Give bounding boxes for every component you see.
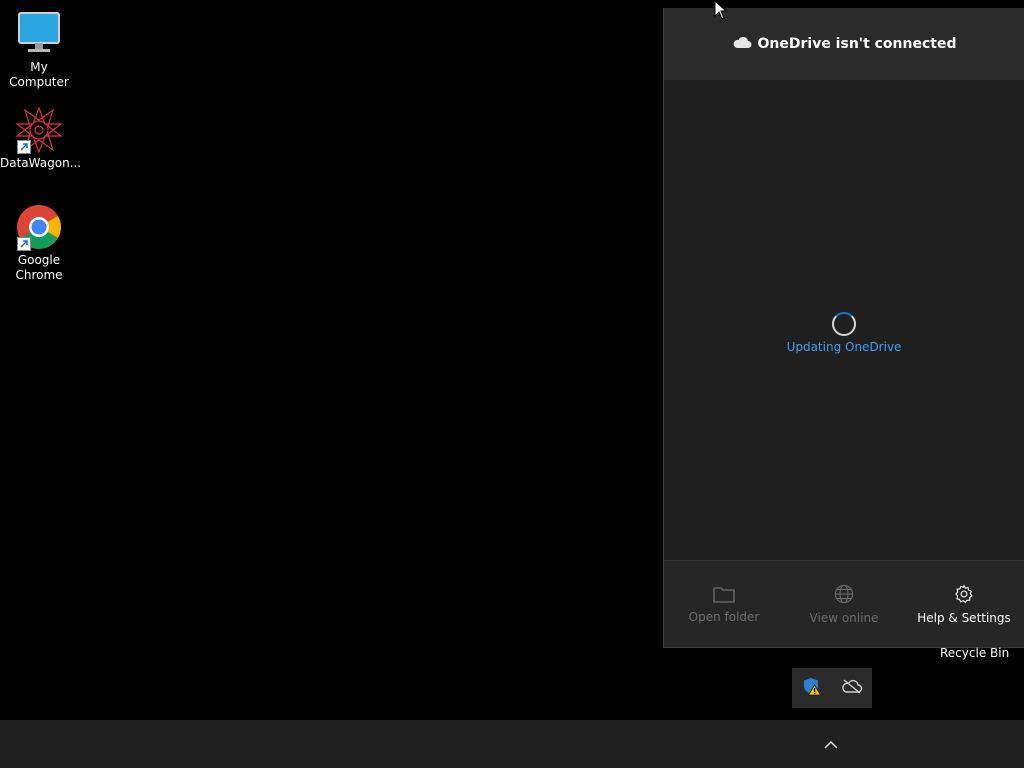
desktop-icon-datawagon[interactable]: DataWagon... <box>0 106 82 171</box>
recycle-bin-label[interactable]: Recycle Bin <box>940 646 1009 660</box>
desktop-icon-label: My Computer <box>9 60 69 89</box>
desktop-icon-label: Google Chrome <box>15 253 63 282</box>
chrome-icon <box>15 203 63 251</box>
onedrive-body: Updating OneDrive <box>664 80 1024 562</box>
desktop-icon-label: DataWagon... <box>0 156 82 170</box>
open-folder-button[interactable]: Open folder <box>669 585 779 624</box>
chevron-up-icon[interactable] <box>820 734 842 754</box>
shortcut-arrow-icon <box>17 237 31 251</box>
onedrive-title: OneDrive isn't connected <box>757 36 957 52</box>
monitor-icon <box>15 10 63 58</box>
desktop-icon-google-chrome[interactable]: Google Chrome <box>0 203 78 283</box>
onedrive-flyout: OneDrive isn't connected Updating OneDri… <box>663 8 1024 648</box>
open-folder-label: Open folder <box>688 609 760 624</box>
gear-icon <box>955 583 973 603</box>
globe-icon <box>834 584 854 603</box>
tray-overflow-popup <box>792 668 872 708</box>
folder-icon <box>713 586 735 603</box>
mouse-cursor-icon <box>714 0 728 24</box>
cloud-icon <box>732 36 752 53</box>
onedrive-offline-icon[interactable] <box>841 678 863 698</box>
desktop-icon-my-computer[interactable]: My Computer <box>0 10 78 90</box>
shortcut-arrow-icon <box>17 140 31 154</box>
taskbar <box>0 720 1024 768</box>
view-online-label: View online <box>809 610 879 625</box>
loading-spinner-icon <box>832 312 856 336</box>
help-settings-button[interactable]: Help & Settings <box>909 583 1019 625</box>
datawagon-icon <box>15 106 63 154</box>
onedrive-footer: Open folder View online Help & Settings <box>664 560 1024 647</box>
desktop: My Computer DataWagon... Google Chrome O… <box>0 0 1024 720</box>
defender-warning-icon[interactable] <box>802 676 822 700</box>
onedrive-status: Updating OneDrive <box>786 340 902 354</box>
view-online-button[interactable]: View online <box>789 584 899 625</box>
help-settings-label: Help & Settings <box>917 610 1011 625</box>
